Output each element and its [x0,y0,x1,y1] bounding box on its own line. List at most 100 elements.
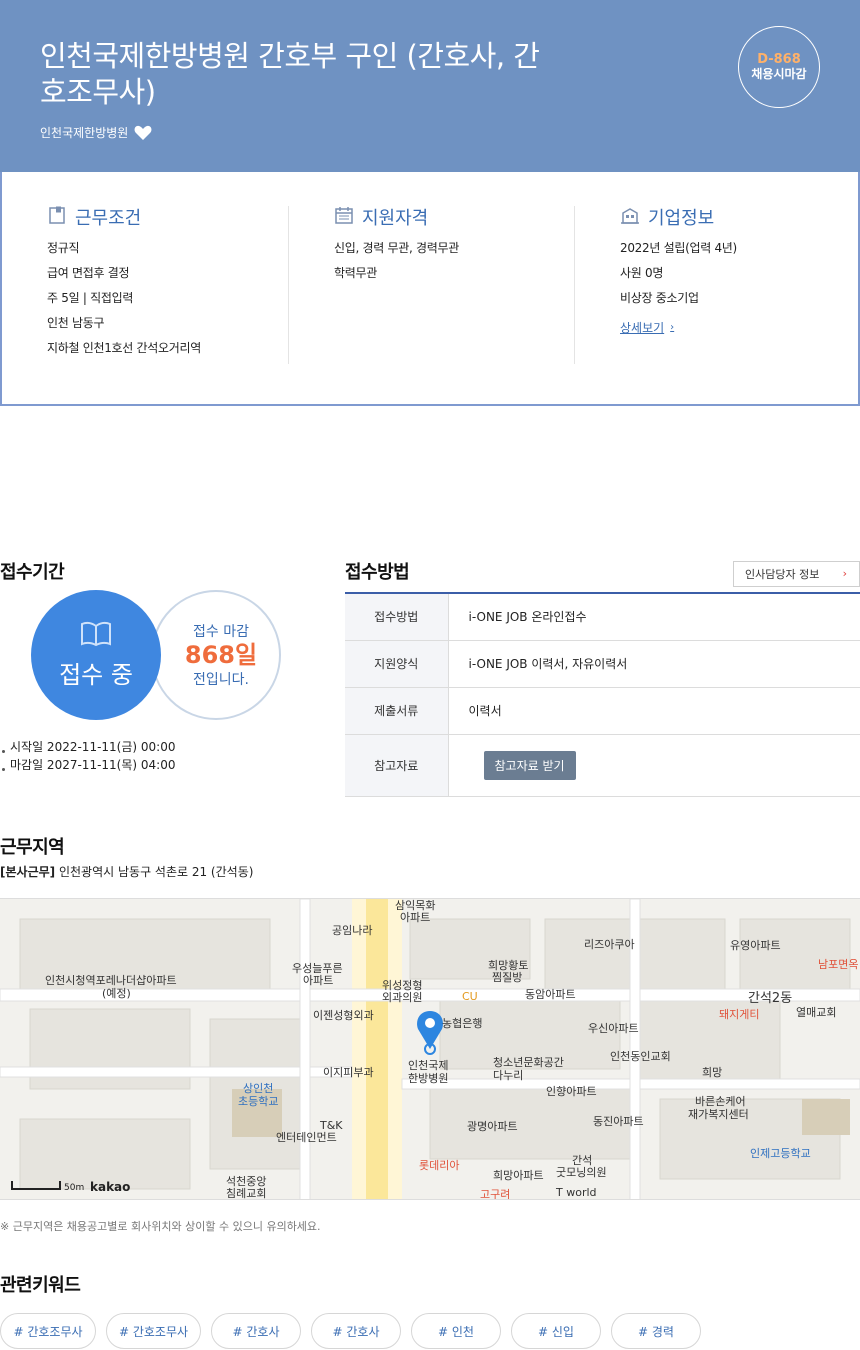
row-label: 지원양식 [345,640,449,688]
row-value: 참고자료 받기 [448,734,860,797]
map-label: 초등학교 [238,1095,278,1108]
row-value: i-ONE JOB 이력서, 자유이력서 [448,640,860,688]
map-label: 한방병원 [408,1072,448,1085]
map-label: 인천동인교회 [610,1049,671,1063]
dday-count: D-868 [757,52,801,67]
keyword-tag[interactable]: # 경력 [611,1313,701,1349]
row-label: 참고자료 [345,734,449,797]
map-label: 찜질방 [492,971,522,984]
chevron-right-icon: › [842,567,847,580]
map-label: 동진아파트 [593,1115,644,1128]
work-condition-item: 지하철 인천1호선 간석오거리역 [47,341,201,355]
map-label: 침례교회 [226,1187,266,1200]
qualification-item: 신입, 경력 무관, 경력무관 [334,241,459,255]
map-label: 아파트 [303,974,333,987]
building-icon [620,205,640,229]
keyword-tag[interactable]: # 인천 [411,1313,501,1349]
map-label: 인천국제 [408,1058,448,1072]
map-label: 이젠성형외과 [313,1009,374,1022]
row-label: 제출서류 [345,687,449,735]
company-name[interactable]: 인천국제한방병원 [40,124,128,141]
apply-method-table: 접수방법 i-ONE JOB 온라인접수 지원양식 i-ONE JOB 이력서,… [345,592,860,797]
dday-label: 채용시마감 [751,67,807,81]
keyword-tag[interactable]: # 간호조무사 [106,1313,201,1349]
map-label: 리즈아쿠아 [584,938,635,951]
row-value: 이력서 [448,687,860,735]
map-label: 인천시청역포레나더샵아파트 [45,973,177,987]
company-detail-label: 상세보기 [620,321,665,335]
hr-contact-button[interactable]: 인사담당자 정보 › [733,561,860,587]
table-row: 지원양식 i-ONE JOB 이력서, 자유이력서 [345,640,860,688]
qualification-item: 학력무관 [334,266,377,280]
period-section-title: 접수기간 [0,562,65,583]
keyword-list: # 간호조무사 # 간호조무사 # 간호사 # 간호사 # 인천 # 신입 # … [0,1313,701,1349]
map-label: CU [462,990,478,1003]
company-detail-link[interactable]: 상세보기 › [620,319,674,336]
work-condition-item: 주 5일 | 직접입력 [47,291,134,305]
location-note: ※ 근무지역은 채용공고별로 회사위치와 상이할 수 있으니 유의하세요. [0,1220,321,1233]
job-title: 인천국제한방병원 간호부 구인 (간호사, 간호조무사) [40,39,540,109]
map-label: 외과의원 [382,991,422,1004]
map-label: 인제고등학교 [750,1147,811,1160]
job-header: 인천국제한방병원 간호부 구인 (간호사, 간호조무사) 인천국제한방병원 D-… [0,0,860,172]
map-label: 돼지게티 [719,1008,759,1021]
address-text: 인천광역시 남동구 석촌로 21 (간석동) [58,865,254,879]
qualification-title: 지원자격 [362,208,429,229]
map-label: 상인천 [243,1081,273,1095]
period-dates: 시작일 2022-11-11(금) 00:00 마감일 2027-11-11(목… [0,738,175,774]
location-section-title: 근무지역 [0,837,65,858]
deadline-days: 868일 [184,641,258,669]
map-label: 농협은행 [442,1017,482,1030]
map-label: 롯데리아 [419,1159,459,1172]
map-label: 청소년문화공간 [493,1056,564,1069]
map-label: 고구려 [480,1188,510,1200]
method-section-title: 접수방법 [345,562,410,583]
deadline-label: 접수 마감 [193,624,249,640]
keyword-tag[interactable]: # 신입 [511,1313,601,1349]
start-date: 시작일 2022-11-11(금) 00:00 [0,738,175,756]
keyword-tag[interactable]: # 간호조무사 [0,1313,96,1349]
heart-icon[interactable] [134,125,152,141]
qualification-column: 지원자격 신입, 경력 무관, 경력무관 학력무관 [288,206,574,364]
status-circle: 접수 중 [31,590,161,720]
map-label: 바른손케어 [695,1095,746,1108]
work-conditions-column: 근무조건 정규직 급여 면접후 결정 주 5일 | 직접입력 인천 남동구 지하… [47,206,287,364]
map-pin-icon[interactable] [417,1011,443,1055]
status-label: 접수 중 [59,660,133,689]
location-map[interactable]: 삼익목화 아파트 공임나라 인천시청역포레나더샵아파트 (예정) 우성늘푸른 아… [0,898,860,1200]
map-label: 유영아파트 [730,939,781,952]
map-label: 이지피부과 [323,1066,374,1079]
map-label: 다누리 [493,1069,523,1082]
work-conditions-icon [47,205,67,229]
work-condition-item: 정규직 [47,241,80,255]
work-condition-item: 급여 면접후 결정 [47,266,130,280]
keyword-tag[interactable]: # 간호사 [311,1313,401,1349]
map-label: 재가복지센터 [688,1108,749,1121]
company-info-item: 사원 0명 [620,266,664,280]
chevron-right-icon: › [670,322,675,333]
deadline-circle: 접수 마감 868일 전입니다. [151,590,281,720]
calendar-icon [334,205,354,229]
company-info-item: 2022년 설립(업력 4년) [620,241,737,255]
map-label: 희망아파트 [493,1169,544,1182]
reference-download-button[interactable]: 참고자료 받기 [483,750,576,780]
table-row: 참고자료 참고자료 받기 [345,734,860,797]
keywords-section-title: 관련키워드 [0,1275,81,1296]
job-summary: 근무조건 정규직 급여 면접후 결정 주 5일 | 직접입력 인천 남동구 지하… [0,172,860,406]
company-info-title: 기업정보 [648,208,715,229]
map-label: 아파트 [400,911,430,924]
company-info-item: 비상장 중소기업 [620,291,699,305]
work-conditions-title: 근무조건 [75,208,142,229]
map-label: 열매교회 [796,1006,836,1019]
keyword-tag[interactable]: # 간호사 [211,1313,301,1349]
map-label: 남포면옥 [818,958,858,971]
work-condition-item: 인천 남동구 [47,316,105,330]
map-label: 석천중앙 [226,1174,266,1188]
map-label: (예정) [102,987,131,1000]
end-date: 마감일 2027-11-11(목) 04:00 [0,756,175,774]
map-label: 공임나라 [332,924,372,937]
map-scale-label: 50m [64,1183,84,1193]
map-brand: kakao [90,1180,130,1194]
map-label: 우신아파트 [588,1022,639,1035]
address-tag: [본사근무] [0,865,56,879]
